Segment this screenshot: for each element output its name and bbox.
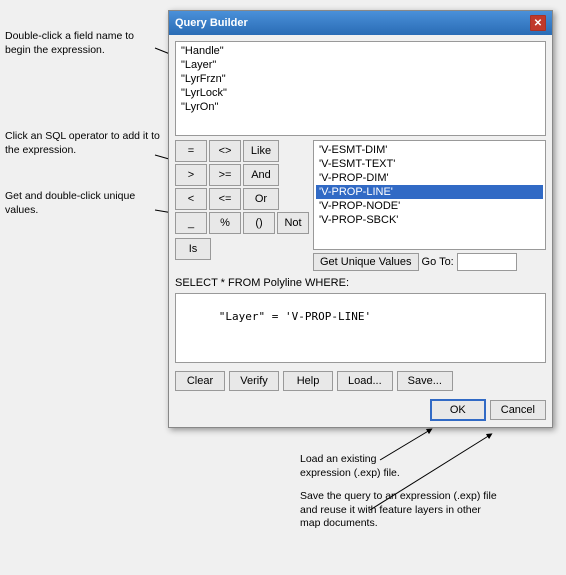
op-row-2: > >= And	[175, 164, 309, 186]
field-item-lyron[interactable]: "LyrOn"	[178, 100, 543, 114]
dialog-body: "Handle" "Layer" "LyrFrzn" "LyrLock" "Ly…	[169, 35, 552, 427]
save-button[interactable]: Save...	[397, 371, 453, 391]
op-underscore-button[interactable]: _	[175, 212, 207, 234]
operators-panel: = <> Like > >= And < <= Or _ % ()	[175, 140, 309, 271]
value-item-prop-sbck[interactable]: 'V-PROP-SBCK'	[316, 213, 543, 227]
op-percent-button[interactable]: %	[209, 212, 241, 234]
op-and-button[interactable]: And	[243, 164, 279, 186]
op-not-button[interactable]: Not	[277, 212, 309, 234]
annotation-operator: Click an SQL operator to add it to the e…	[5, 130, 160, 157]
op-lte-button[interactable]: <=	[209, 188, 241, 210]
op-parens-button[interactable]: ()	[243, 212, 275, 234]
go-to-label: Go To:	[422, 256, 454, 268]
ok-cancel-row: OK Cancel	[175, 399, 546, 421]
op-like-button[interactable]: Like	[243, 140, 279, 162]
sql-label: SELECT * FROM Polyline WHERE:	[175, 277, 546, 289]
annotation-field: Double-click a field name to begin the e…	[5, 30, 160, 57]
field-item-lyrlock[interactable]: "LyrLock"	[178, 86, 543, 100]
dialog-title: Query Builder	[175, 17, 248, 29]
value-item-prop-dim[interactable]: 'V-PROP-DIM'	[316, 171, 543, 185]
values-section: 'V-ESMT-DIM' 'V-ESMT-TEXT' 'V-PROP-DIM' …	[313, 140, 546, 271]
op-gte-button[interactable]: >=	[209, 164, 241, 186]
go-to-input[interactable]	[457, 253, 517, 271]
cancel-button[interactable]: Cancel	[490, 400, 546, 420]
value-item-prop-node[interactable]: 'V-PROP-NODE'	[316, 199, 543, 213]
dialog-titlebar: Query Builder ✕	[169, 11, 552, 35]
annotation-save: Save the query to an expression (.exp) f…	[300, 490, 500, 531]
values-toolbar: Get Unique Values Go To:	[313, 253, 546, 271]
op-eq-button[interactable]: =	[175, 140, 207, 162]
op-neq-button[interactable]: <>	[209, 140, 241, 162]
field-item-handle[interactable]: "Handle"	[178, 44, 543, 58]
field-item-layer[interactable]: "Layer"	[178, 58, 543, 72]
value-item-esmt-text[interactable]: 'V-ESMT-TEXT'	[316, 157, 543, 171]
op-or-button[interactable]: Or	[243, 188, 279, 210]
op-row-3: < <= Or	[175, 188, 309, 210]
op-row-4: _ % () Not	[175, 212, 309, 234]
op-gt-button[interactable]: >	[175, 164, 207, 186]
op-row-5: Is	[175, 238, 309, 260]
help-button[interactable]: Help	[283, 371, 333, 391]
load-button[interactable]: Load...	[337, 371, 393, 391]
middle-section: = <> Like > >= And < <= Or _ % ()	[175, 140, 546, 271]
annotation-load: Load an existing expression (.exp) file.	[300, 453, 430, 480]
annotation-values: Get and double-click unique values.	[5, 190, 160, 217]
values-list[interactable]: 'V-ESMT-DIM' 'V-ESMT-TEXT' 'V-PROP-DIM' …	[313, 140, 546, 250]
sql-expression-area[interactable]: "Layer" = 'V-PROP-LINE'	[175, 293, 546, 363]
field-item-lyrfrzn[interactable]: "LyrFrzn"	[178, 72, 543, 86]
close-button[interactable]: ✕	[530, 15, 546, 31]
verify-button[interactable]: Verify	[229, 371, 279, 391]
value-item-prop-line[interactable]: 'V-PROP-LINE'	[316, 185, 543, 199]
ok-button[interactable]: OK	[430, 399, 486, 421]
bottom-buttons: Clear Verify Help Load... Save...	[175, 371, 546, 391]
sql-expression-text: "Layer" = 'V-PROP-LINE'	[219, 310, 371, 323]
get-unique-values-button[interactable]: Get Unique Values	[313, 253, 419, 271]
value-item-esmt-dim[interactable]: 'V-ESMT-DIM'	[316, 143, 543, 157]
op-row-1: = <> Like	[175, 140, 309, 162]
op-lt-button[interactable]: <	[175, 188, 207, 210]
query-builder-dialog: Query Builder ✕ "Handle" "Layer" "LyrFrz…	[168, 10, 553, 428]
fields-list[interactable]: "Handle" "Layer" "LyrFrzn" "LyrLock" "Ly…	[175, 41, 546, 136]
op-is-button[interactable]: Is	[175, 238, 211, 260]
clear-button[interactable]: Clear	[175, 371, 225, 391]
